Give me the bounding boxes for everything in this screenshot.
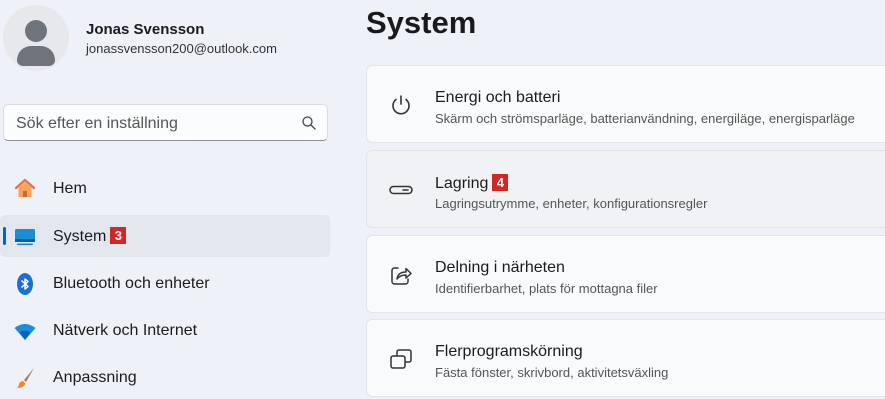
- step-badge: 4: [492, 174, 509, 191]
- sidebar-item-label: Nätverk och Internet: [53, 322, 198, 339]
- user-email: jonassvensson200@outlook.com: [86, 41, 277, 56]
- card-title: Energi och batteri: [435, 89, 561, 106]
- card-title: Lagring 4: [435, 174, 509, 193]
- card-subtitle: Lagringsutrymme, enheter, konfigurations…: [435, 196, 708, 211]
- share-icon: [391, 267, 412, 285]
- sidebar-item-label: Bluetooth och enheter: [53, 275, 210, 292]
- brush-icon: [17, 368, 34, 388]
- wifi-icon: [14, 324, 36, 340]
- storage-drive-icon: [389, 185, 413, 195]
- home-icon: [14, 178, 36, 197]
- sidebar-item-bluetooth[interactable]: Bluetooth och enheter: [0, 263, 330, 305]
- sidebar-item-system[interactable]: System 3: [0, 215, 330, 257]
- power-icon: [392, 95, 410, 115]
- card-subtitle: Fästa fönster, skrivbord, aktivitetsväxl…: [435, 365, 669, 380]
- user-name: Jonas Svensson: [86, 21, 205, 38]
- sidebar-item-label: System 3: [53, 227, 127, 246]
- search-input[interactable]: [14, 105, 288, 142]
- sidebar-item-home[interactable]: Hem: [0, 168, 330, 210]
- search-icon[interactable]: [301, 115, 317, 131]
- card-subtitle: Skärm och strömsparläge, batterianvändni…: [435, 111, 855, 126]
- system-display-icon: [15, 229, 35, 246]
- avatar-head-shape: [25, 20, 47, 42]
- sidebar-item-label: Anpassning: [53, 369, 137, 386]
- bluetooth-icon: [17, 273, 33, 295]
- card-subtitle: Identifierbarhet, plats för mottagna fil…: [435, 281, 658, 296]
- sidebar-item-personalization[interactable]: Anpassning: [0, 357, 330, 399]
- active-indicator: [3, 227, 6, 245]
- card-title: Flerprogramskörning: [435, 343, 583, 360]
- settings-card-multitasking[interactable]: Flerprogramskörning Fästa fönster, skriv…: [366, 319, 885, 397]
- user-avatar[interactable]: [3, 5, 69, 71]
- page-title: System: [366, 5, 477, 40]
- search-box[interactable]: [3, 104, 328, 142]
- settings-card-storage[interactable]: Lagring 4 Lagringsutrymme, enheter, konfi…: [366, 150, 885, 228]
- card-title: Delning i närheten: [435, 259, 565, 276]
- sidebar-item-network[interactable]: Nätverk och Internet: [0, 310, 330, 352]
- avatar-body-shape: [17, 46, 55, 66]
- step-badge: 3: [110, 227, 127, 244]
- sidebar: Jonas Svensson jonassvensson200@outlook.…: [0, 0, 340, 396]
- settings-card-power[interactable]: Energi och batteri Skärm och strömsparlä…: [366, 65, 885, 143]
- multitasking-icon: [390, 349, 412, 369]
- sidebar-item-label: Hem: [53, 180, 87, 197]
- settings-card-nearby-sharing[interactable]: Delning i närheten Identifierbarhet, pla…: [366, 235, 885, 313]
